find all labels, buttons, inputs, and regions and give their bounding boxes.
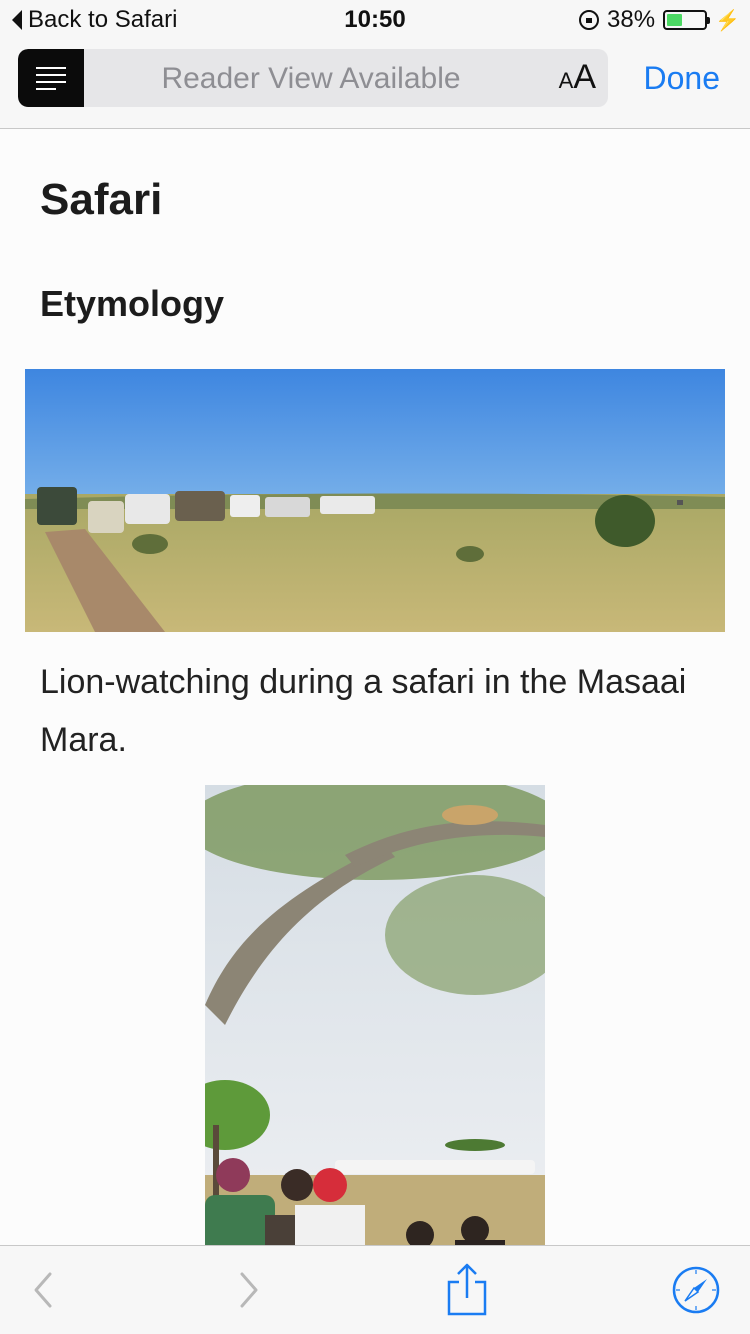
section-heading: Etymology bbox=[40, 283, 225, 324]
compass-icon bbox=[672, 1266, 720, 1314]
status-bar: Back to Safari 10:50 38% ⚡ bbox=[0, 0, 750, 40]
page-title: Safari bbox=[40, 175, 163, 224]
bottom-toolbar bbox=[0, 1245, 750, 1334]
status-right: 38% ⚡ bbox=[579, 6, 740, 34]
safari-landscape-image bbox=[25, 369, 725, 632]
charging-bolt-icon: ⚡ bbox=[715, 9, 740, 32]
back-arrow-button[interactable] bbox=[20, 1246, 66, 1334]
navigation-bar: Reader View Available AA Done bbox=[0, 40, 750, 129]
share-button[interactable] bbox=[440, 1246, 494, 1334]
open-in-safari-button[interactable] bbox=[668, 1246, 724, 1334]
battery-icon bbox=[663, 10, 711, 30]
forward-arrow-icon bbox=[240, 1272, 258, 1308]
done-button[interactable]: Done bbox=[644, 60, 721, 97]
orientation-lock-icon bbox=[579, 10, 600, 30]
address-bar[interactable]: Reader View Available AA bbox=[18, 49, 608, 107]
address-text: Reader View Available bbox=[161, 62, 461, 95]
forward-arrow-button[interactable] bbox=[226, 1246, 272, 1334]
reader-view-button[interactable] bbox=[18, 49, 84, 107]
leopard-tree-image bbox=[205, 785, 545, 1245]
text-size-button[interactable]: AA bbox=[559, 58, 596, 97]
battery-percent: 38% bbox=[607, 6, 656, 33]
share-icon bbox=[447, 1263, 487, 1316]
image-caption: Lion-watching during a safari in the Mas… bbox=[40, 663, 687, 759]
back-arrow-icon bbox=[34, 1272, 52, 1308]
reader-content[interactable]: Safari Etymology Lion-watching during a … bbox=[0, 129, 750, 1245]
